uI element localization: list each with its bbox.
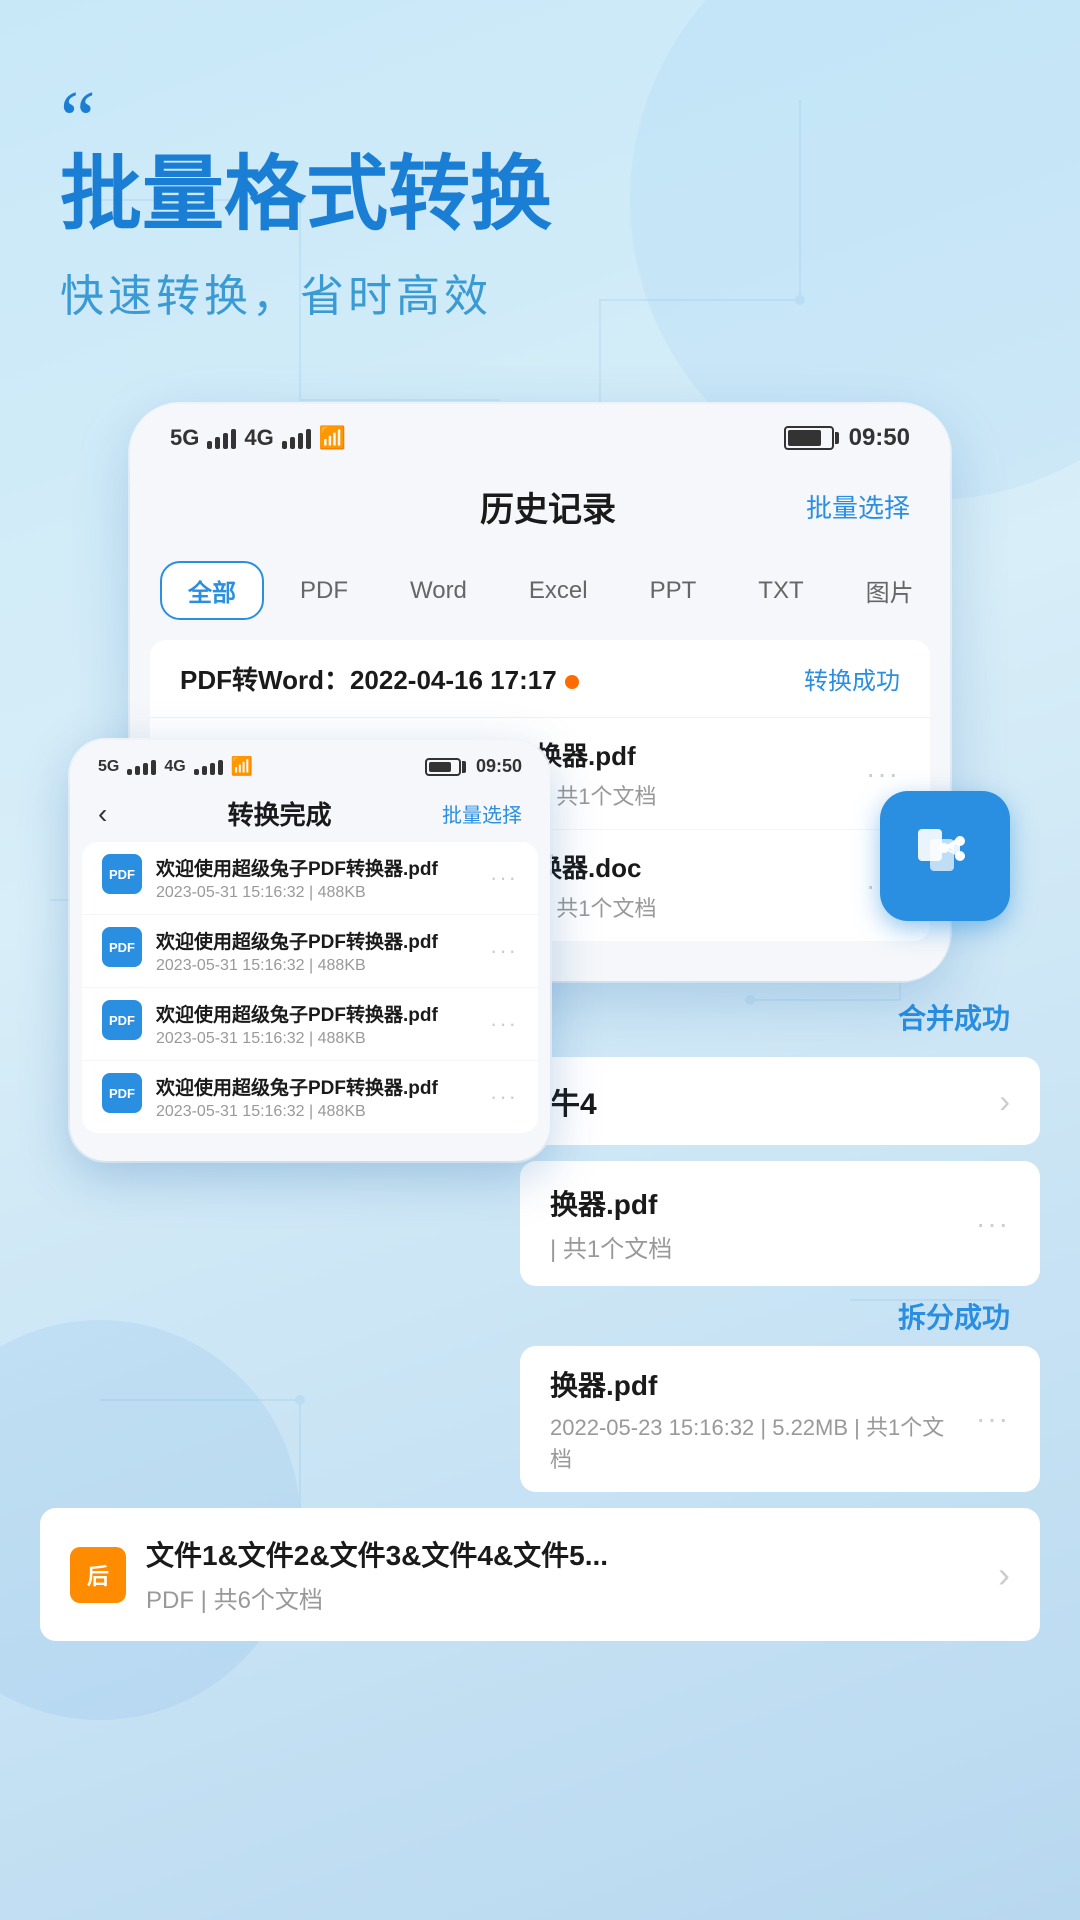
split-more-icon[interactable]: ··· [976, 1403, 1010, 1435]
unread-dot [565, 675, 579, 689]
secondary-more-3[interactable]: ··· [490, 1011, 518, 1037]
back-button[interactable]: ‹ [98, 798, 107, 830]
secondary-file-3[interactable]: PDF 欢迎使用超级兔子PDF转换器.pdf 2023-05-31 15:16:… [82, 988, 538, 1061]
tab-all[interactable]: 全部 [160, 561, 264, 620]
secondary-badge-3: PDF [102, 1000, 142, 1040]
phone-secondary: 5G 4G [70, 740, 550, 1161]
bottom-file-name: 文件1&文件2&文件3&文件4&文件5... [146, 1534, 978, 1574]
secondary-file-2[interactable]: PDF 欢迎使用超级兔子PDF转换器.pdf 2023-05-31 15:16:… [82, 915, 538, 988]
network-5g: 5G [170, 425, 199, 451]
secondary-file-4[interactable]: PDF 欢迎使用超级兔子PDF转换器.pdf 2023-05-31 15:16:… [82, 1061, 538, 1133]
hero-section: “ 批量格式转换 快速转换，省时高效 [0, 0, 1080, 364]
split-name: 换器.pdf [550, 1364, 956, 1404]
tab-word[interactable]: Word [384, 561, 493, 620]
secondary-badge-2: PDF [102, 927, 142, 967]
secondary-badge-1: PDF [102, 854, 142, 894]
secondary-meta-4: 2023-05-31 15:16:32 | 488KB [156, 1103, 476, 1121]
secondary-info-2: 欢迎使用超级兔子PDF转换器.pdf 2023-05-31 15:16:32 |… [156, 927, 476, 975]
signal-bars-2 [282, 427, 311, 449]
share-icon [910, 821, 980, 891]
merge-chevron-icon: › [999, 1083, 1010, 1120]
quote-icon: “ [60, 80, 1020, 160]
filter-tabs: 全部 PDF Word Excel PPT TXT 图片 [130, 551, 950, 640]
converter-meta: | 共1个文档 [550, 1229, 956, 1264]
secondary-more-1[interactable]: ··· [490, 865, 518, 891]
converter-more-icon[interactable]: ··· [976, 1208, 1010, 1240]
converter-item[interactable]: 换器.pdf | 共1个文档 ··· [520, 1161, 1040, 1286]
secondary-info-4: 欢迎使用超级兔子PDF转换器.pdf 2023-05-31 15:16:32 |… [156, 1073, 476, 1121]
secondary-status-left: 5G 4G [98, 756, 253, 777]
secondary-meta-2: 2023-05-31 15:16:32 | 488KB [156, 957, 476, 975]
secondary-meta-1: 2023-05-31 15:16:32 | 488KB [156, 884, 476, 902]
bottom-merged-item[interactable]: 后 文件1&文件2&文件3&文件4&文件5... PDF | 共6个文档 › [40, 1508, 1040, 1641]
merge-item-title: 牛4 [550, 1079, 979, 1123]
app-header: 历史记录 批量选择 [130, 462, 950, 551]
bottom-file-meta: PDF | 共6个文档 [146, 1580, 978, 1615]
secondary-more-4[interactable]: ··· [490, 1084, 518, 1110]
tab-txt[interactable]: TXT [732, 561, 829, 620]
group-status: 转换成功 [804, 661, 900, 696]
merge-result-item[interactable]: 牛4 › [520, 1057, 1040, 1145]
bottom-chevron-icon: › [998, 1554, 1010, 1596]
bottom-badge: 后 [70, 1547, 126, 1603]
secondary-name-2: 欢迎使用超级兔子PDF转换器.pdf [156, 927, 476, 954]
secondary-signal-1 [127, 759, 156, 775]
secondary-file-1[interactable]: PDF 欢迎使用超级兔子PDF转换器.pdf 2023-05-31 15:16:… [82, 842, 538, 915]
secondary-status-bar: 5G 4G [70, 740, 550, 785]
network-4g: 4G [244, 425, 273, 451]
secondary-name-1: 欢迎使用超级兔子PDF转换器.pdf [156, 854, 476, 881]
secondary-status-right: 09:50 [425, 756, 522, 777]
secondary-name-3: 欢迎使用超级兔子PDF转换器.pdf [156, 1000, 476, 1027]
secondary-name-4: 欢迎使用超级兔子PDF转换器.pdf [156, 1073, 476, 1100]
secondary-batch-select[interactable]: 批量选择 [442, 799, 522, 828]
status-bar: 5G 4G [130, 404, 950, 462]
hero-subtitle: 快速转换，省时高效 [60, 260, 1020, 324]
split-meta: 2022-05-23 15:16:32 | 5.22MB | 共1个文档 [550, 1410, 956, 1474]
converter-info: 换器.pdf | 共1个文档 [550, 1183, 956, 1264]
secondary-signal-2 [194, 759, 223, 775]
hero-title: 批量格式转换 [60, 150, 1020, 240]
main-phone-container: 5G 4G [0, 404, 1080, 981]
tab-pdf[interactable]: PDF [274, 561, 374, 620]
secondary-more-2[interactable]: ··· [490, 938, 518, 964]
batch-select-button[interactable]: 批量选择 [806, 488, 910, 525]
signal-bars-1 [207, 427, 236, 449]
secondary-files-group: PDF 欢迎使用超级兔子PDF转换器.pdf 2023-05-31 15:16:… [82, 842, 538, 1133]
tab-ppt[interactable]: PPT [624, 561, 723, 620]
secondary-title: 转换完成 [117, 795, 442, 832]
split-info: 换器.pdf 2022-05-23 15:16:32 | 5.22MB | 共1… [550, 1364, 956, 1474]
secondary-header: ‹ 转换完成 批量选择 [70, 785, 550, 842]
secondary-meta-3: 2023-05-31 15:16:32 | 488KB [156, 1030, 476, 1048]
bottom-file-info: 文件1&文件2&文件3&文件4&文件5... PDF | 共6个文档 [146, 1534, 978, 1615]
more-icon-before[interactable]: ··· [866, 758, 900, 790]
secondary-info-1: 欢迎使用超级兔子PDF转换器.pdf 2023-05-31 15:16:32 |… [156, 854, 476, 902]
time-display: 09:50 [849, 424, 910, 452]
secondary-wifi-icon: 📶 [231, 756, 253, 777]
converter-name: 换器.pdf [550, 1183, 956, 1223]
secondary-time: 09:50 [476, 756, 522, 777]
secondary-info-3: 欢迎使用超级兔子PDF转换器.pdf 2023-05-31 15:16:32 |… [156, 1000, 476, 1048]
split-success-label: 拆分成功 [40, 1296, 1040, 1336]
phone-main: 5G 4G [130, 404, 950, 981]
secondary-battery [425, 758, 461, 776]
status-bar-left: 5G 4G [170, 425, 346, 451]
status-bar-right: 09:50 [784, 424, 910, 452]
battery-icon [784, 426, 834, 450]
tab-image[interactable]: 图片 [840, 561, 940, 620]
tab-excel[interactable]: Excel [503, 561, 614, 620]
group-title: PDF转Word：2022-04-16 17:17 [180, 660, 579, 697]
share-fab-button[interactable] [880, 791, 1010, 921]
split-item[interactable]: 换器.pdf 2022-05-23 15:16:32 | 5.22MB | 共1… [520, 1346, 1040, 1492]
secondary-badge-4: PDF [102, 1073, 142, 1113]
group-header: PDF转Word：2022-04-16 17:17 转换成功 [150, 640, 930, 718]
wifi-icon: 📶 [319, 425, 346, 451]
screen-title: 历史记录 [290, 482, 806, 531]
